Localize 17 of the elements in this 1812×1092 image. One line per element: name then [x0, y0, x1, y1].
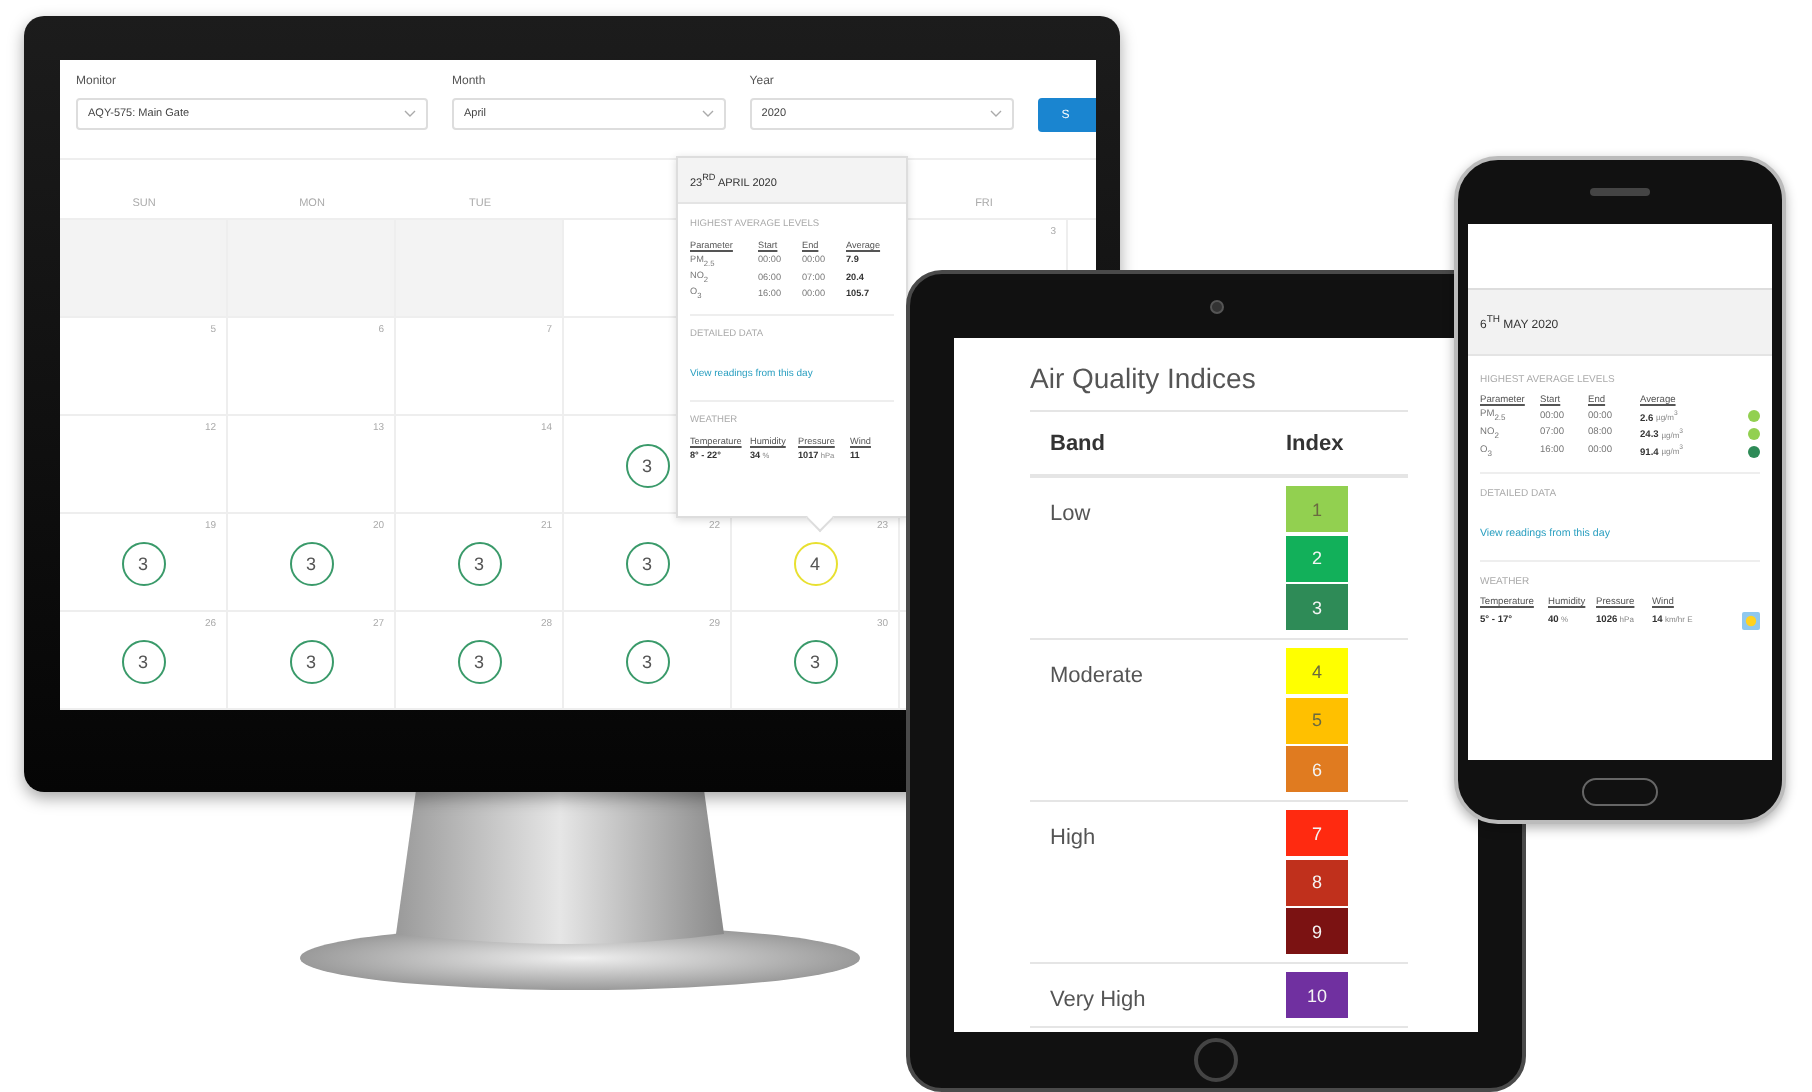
index-swatch: 10: [1286, 972, 1348, 1018]
band-name: High: [1050, 824, 1098, 850]
index-swatch: 7: [1286, 810, 1348, 856]
index-swatch: 9: [1286, 908, 1348, 954]
band-name: Moderate: [1050, 662, 1145, 688]
index-swatch: 6: [1286, 746, 1348, 792]
index-swatch: 1: [1286, 486, 1348, 532]
column-header: Index: [1286, 431, 1346, 455]
column-header: Band: [1050, 431, 1107, 455]
band-name: Very High: [1050, 986, 1148, 1012]
band-name: Low: [1050, 500, 1093, 526]
index-swatch: 3: [1286, 584, 1348, 630]
index-swatch: 5: [1286, 697, 1348, 743]
index-swatch: 2: [1286, 535, 1348, 581]
index-swatch: 4: [1286, 648, 1348, 694]
page-title: Air Quality Indices: [1030, 362, 1258, 398]
index-swatch: 8: [1286, 859, 1348, 905]
